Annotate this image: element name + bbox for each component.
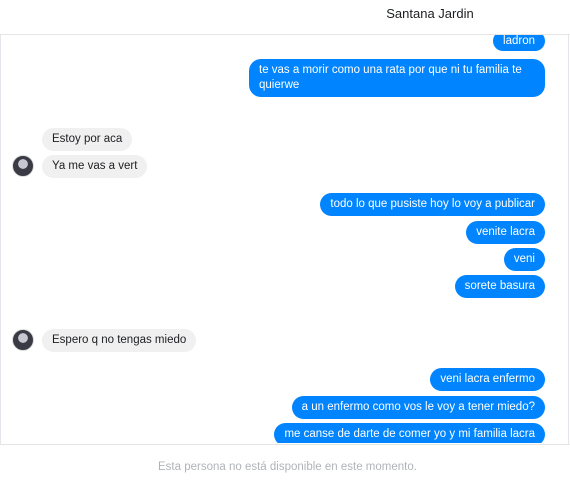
unavailable-status-bar: Esta persona no está disponible en este … [0,444,570,485]
message-outgoing: veni lacra enfermo [430,368,545,391]
message-list[interactable]: ladron te vas a morir como una rata por … [0,35,570,443]
unavailable-status-text: Esta persona no está disponible en este … [158,461,417,473]
message-outgoing: todo lo que pusiste hoy lo voy a publica… [320,193,545,216]
message-outgoing: venite lacra [466,221,545,244]
message-incoming: Espero q no tengas miedo [42,329,197,352]
contact-avatar[interactable] [12,329,34,351]
contact-name[interactable]: Santana Jardin [380,6,480,21]
message-outgoing: a un enfermo como vos le voy a tener mie… [291,396,545,419]
message-outgoing: me canse de darte de comer yo y mi famil… [274,423,545,443]
message-outgoing: sorete basura [454,275,545,298]
message-outgoing: veni [503,248,545,271]
message-outgoing: te vas a morir como una rata por que ni … [249,59,545,97]
message-incoming: Estoy por aca [42,128,133,151]
contact-avatar[interactable] [12,155,34,177]
chat-header: Santana Jardin [0,0,570,35]
message-outgoing: ladron [493,35,545,51]
message-incoming: Ya me vas a vert [42,155,148,178]
